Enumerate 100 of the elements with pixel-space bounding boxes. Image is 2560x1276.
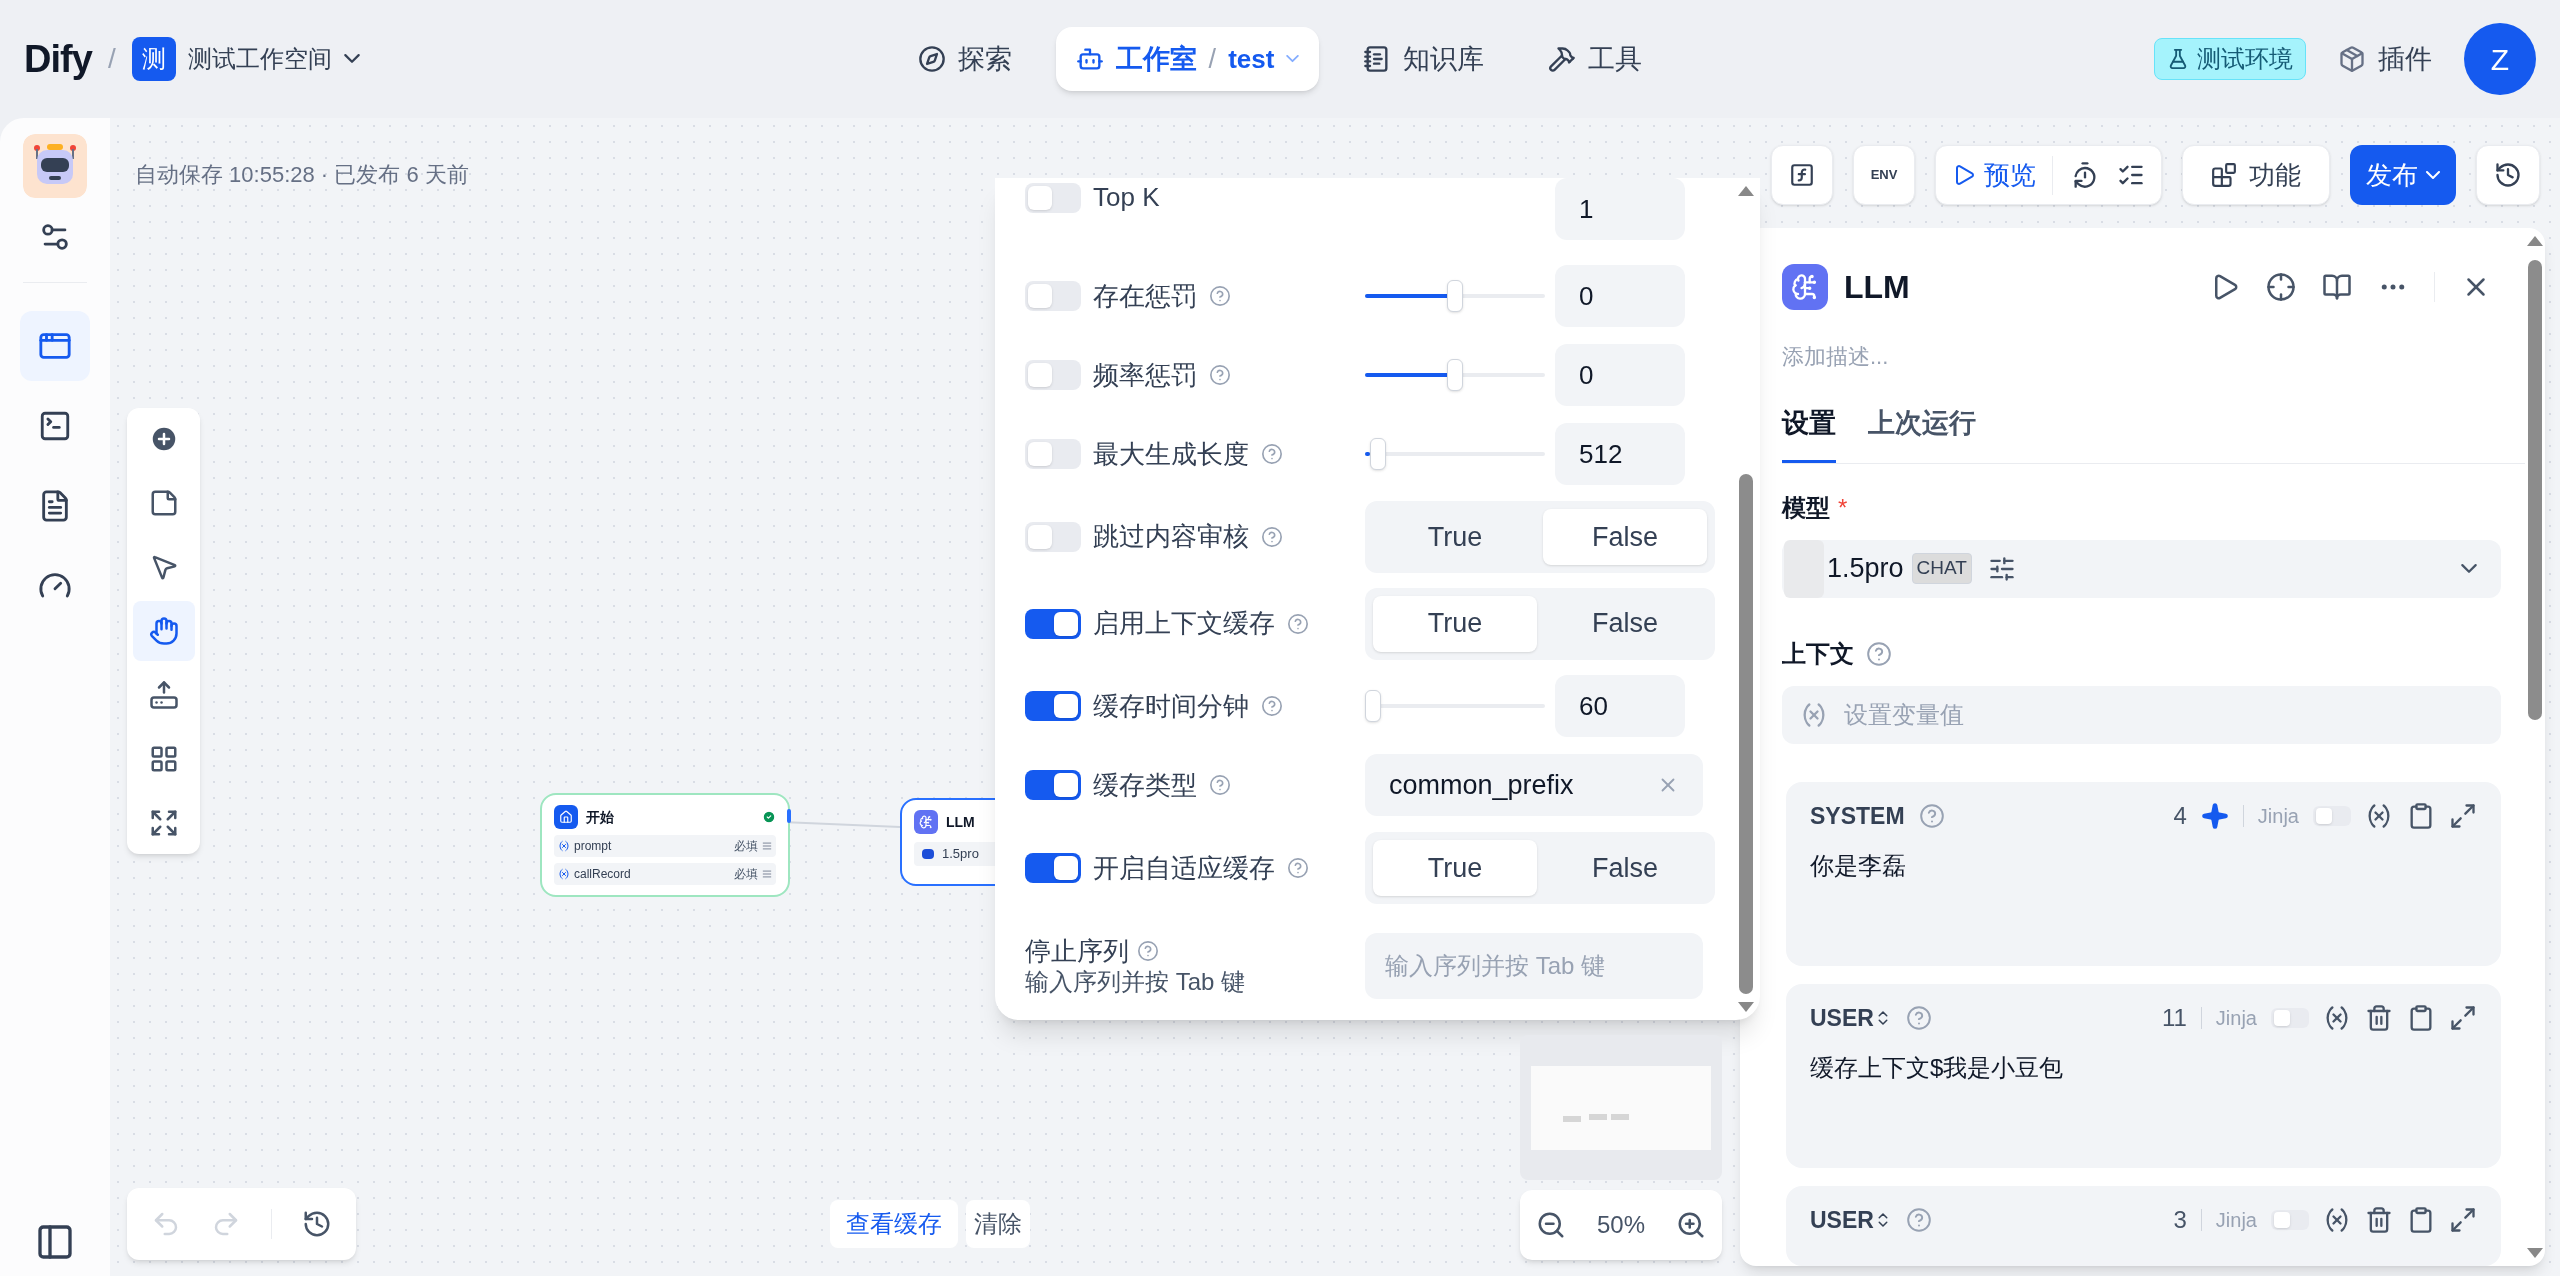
expand-icon[interactable] — [2449, 1206, 2477, 1234]
prompt-role[interactable]: USER — [1810, 1000, 1892, 1036]
slider-thumb[interactable] — [1365, 690, 1381, 723]
slider-thumb[interactable] — [1447, 280, 1463, 313]
param-label: 开启自适应缓存 — [1093, 851, 1275, 885]
delete-icon[interactable] — [2365, 1206, 2393, 1234]
segment-option[interactable]: False — [1543, 595, 1707, 652]
segment-option[interactable]: False — [1543, 508, 1707, 565]
prompt-role: SYSTEM — [1810, 801, 1905, 831]
segment-option[interactable]: True — [1373, 840, 1537, 897]
slider-thumb[interactable] — [1447, 359, 1463, 392]
toggle-switch[interactable] — [2313, 806, 2351, 826]
required-tag: 必填 — [734, 865, 758, 883]
toggle-switch[interactable] — [1025, 360, 1081, 391]
app-name[interactable]: test — [1228, 39, 1275, 79]
autosave-status: 自动保存 10:55:28 · 已发布 6 天前 — [135, 161, 469, 189]
chevron-down-icon — [2426, 170, 2440, 180]
toggle-switch[interactable] — [2271, 1008, 2309, 1028]
panel-tab[interactable]: 上次运行 — [1868, 403, 1976, 463]
segment-option[interactable]: False — [1543, 840, 1707, 897]
param-label: 频率惩罚 — [1093, 358, 1197, 392]
param-label: 启用上下文缓存 — [1093, 607, 1275, 641]
sparkle-icon[interactable] — [2200, 802, 2229, 830]
nav-label: 探索 — [957, 42, 1012, 76]
panel-toggle-icon[interactable] — [35, 1222, 75, 1262]
toggle-switch[interactable] — [1025, 770, 1081, 801]
book-icon[interactable] — [2322, 272, 2352, 302]
crosshair-icon[interactable] — [2266, 272, 2296, 302]
hand-tool-button[interactable] — [132, 601, 195, 661]
node-title: LLM — [946, 812, 975, 832]
view-cache-button[interactable]: 查看缓存 — [830, 1200, 958, 1248]
required-tag: 必填 — [734, 837, 758, 855]
nav-tab[interactable]: 工具 — [1528, 27, 1663, 91]
nav-tab[interactable]: 工作室 / test — [1055, 27, 1320, 91]
sliders-icon[interactable] — [1987, 554, 2016, 583]
app-logo[interactable]: Dify — [24, 30, 92, 88]
number-field[interactable]: 0 — [1555, 344, 1685, 407]
number-field[interactable]: 1 — [1555, 178, 1685, 240]
export-image-icon[interactable] — [148, 680, 179, 710]
terminal-icon[interactable] — [38, 409, 72, 443]
expand-icon[interactable] — [2449, 802, 2477, 830]
prompt-role[interactable]: USER — [1810, 1202, 1892, 1238]
slider-thumb[interactable] — [1369, 438, 1386, 471]
nav-label: 工作室 — [1115, 42, 1197, 76]
delete-icon[interactable] — [2365, 1004, 2393, 1032]
history-icon — [2494, 161, 2522, 189]
env-button[interactable]: ENV — [1853, 145, 1915, 205]
plugins-button[interactable]: 插件 — [2338, 38, 2432, 80]
toggle-switch[interactable] — [2271, 1210, 2309, 1230]
stop-sequence-field[interactable]: 输入序列并按 Tab 键 — [1365, 932, 1703, 999]
help-icon — [1137, 939, 1159, 962]
number-field[interactable]: 512 — [1555, 423, 1685, 486]
field-placeholder: 设置变量值 — [1844, 699, 1964, 730]
nav-tab[interactable]: 探索 — [897, 27, 1032, 91]
number-field[interactable]: 60 — [1555, 675, 1685, 738]
panel-tab[interactable]: 设置 — [1782, 403, 1836, 463]
field-label: 模型 — [1782, 492, 1830, 523]
slider[interactable] — [1365, 359, 1545, 392]
toggle-switch[interactable] — [1025, 691, 1081, 722]
select-field[interactable]: common_prefix — [1365, 754, 1703, 817]
token-count: 3 — [2173, 1205, 2187, 1235]
start-node[interactable]: 开始 prompt 必填 callRecord 必填 — [540, 793, 790, 897]
param-label: 存在惩罚 — [1093, 279, 1197, 313]
zoom-level[interactable]: 50% — [1596, 1207, 1645, 1243]
environment-badge: 测试环境 — [2154, 38, 2306, 80]
preview-button[interactable]: 预览 — [1952, 155, 2053, 195]
history-icon[interactable] — [302, 1209, 332, 1239]
robot-icon[interactable] — [23, 134, 87, 198]
toggle-switch[interactable] — [1025, 853, 1081, 884]
number-field[interactable]: 0 — [1555, 265, 1685, 328]
sidebar-item[interactable] — [20, 311, 90, 381]
history-button[interactable] — [2476, 145, 2540, 205]
slider[interactable] — [1365, 690, 1545, 723]
segment-option[interactable]: True — [1373, 595, 1537, 652]
required-mark: * — [1838, 492, 1848, 523]
param-label: 跳过内容审核 — [1093, 520, 1249, 554]
publish-button[interactable]: 发布 — [2350, 145, 2456, 205]
clear-button[interactable]: 清除 — [966, 1200, 1030, 1248]
toggle-switch[interactable] — [1025, 281, 1081, 312]
model-select[interactable]: 1.5pro CHAT — [1782, 539, 2501, 598]
panel-title[interactable]: LLM — [1844, 263, 1910, 311]
description-field[interactable]: 添加描述... — [1782, 340, 2501, 373]
slider[interactable] — [1365, 280, 1545, 313]
variables-button[interactable] — [1771, 145, 1833, 205]
toggle-switch[interactable] — [1025, 182, 1081, 213]
mode-tag: CHAT — [1911, 553, 1972, 584]
segment-option[interactable]: True — [1373, 508, 1537, 565]
slider[interactable] — [1365, 438, 1545, 471]
toggle-switch[interactable] — [1025, 608, 1081, 639]
nav-tab[interactable]: 知识库 — [1343, 27, 1505, 91]
features-button[interactable]: 功能 — [2182, 145, 2330, 205]
workspace-selector[interactable]: 测 测试工作空间 — [131, 37, 360, 81]
help-icon — [1905, 1207, 1932, 1233]
user-avatar[interactable]: Z — [2464, 23, 2536, 95]
llm-icon-badge — [1782, 264, 1828, 310]
variable-icon — [558, 868, 570, 880]
expand-icon[interactable] — [2449, 1004, 2477, 1032]
toggle-switch[interactable] — [1025, 521, 1081, 552]
jinja-label: Jinja — [2257, 804, 2299, 829]
toggle-switch[interactable] — [1025, 439, 1081, 470]
